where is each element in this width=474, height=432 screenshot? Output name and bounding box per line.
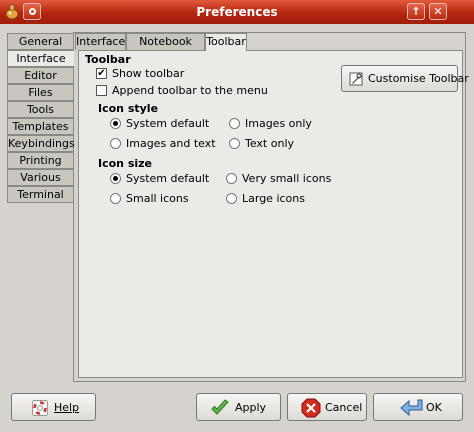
close-icon: ✕ xyxy=(433,5,443,18)
sidebar-tab-terminal[interactable]: Terminal xyxy=(7,186,73,203)
toolbar-heading: Toolbar xyxy=(85,53,131,66)
tab-interface[interactable]: Interface xyxy=(75,33,126,50)
ok-button[interactable]: OK xyxy=(373,393,463,421)
help-label: Help xyxy=(54,401,80,414)
window-title: Preferences xyxy=(196,5,278,19)
toolbar-settings-panel xyxy=(78,50,463,378)
cancel-label: Cancel xyxy=(325,401,363,414)
checkmark-icon: ✔ xyxy=(97,68,106,79)
icon-size-system-default-label[interactable]: System default xyxy=(126,172,209,185)
icon-size-large-radio[interactable] xyxy=(226,193,237,204)
icon-size-system-default-radio[interactable] xyxy=(110,173,121,184)
help-lifebuoy-icon xyxy=(32,400,48,416)
apply-label: Apply xyxy=(235,401,267,414)
icon-style-text-only-radio[interactable] xyxy=(229,138,240,149)
help-button[interactable]: Help xyxy=(11,393,96,421)
customise-toolbar-button[interactable]: Customise Toolbar xyxy=(341,65,469,92)
append-toolbar-checkbox[interactable] xyxy=(96,85,107,96)
sidebar-tab-keybindings[interactable]: Keybindings xyxy=(7,135,75,152)
sidebar-tab-printing[interactable]: Printing xyxy=(7,152,73,169)
customise-toolbar-label: Customise Toolbar xyxy=(368,72,469,85)
apply-button[interactable]: Apply xyxy=(196,393,281,421)
enter-arrow-icon xyxy=(400,399,423,417)
sidebar-tab-interface[interactable]: Interface xyxy=(7,50,74,67)
title-bar[interactable]: Preferences ↑ ✕ xyxy=(0,0,474,24)
shade-button[interactable]: ↑ xyxy=(407,3,425,20)
icon-size-small-radio[interactable] xyxy=(110,193,121,204)
icon-style-system-default-label[interactable]: System default xyxy=(126,117,209,130)
icon-style-images-and-text-radio[interactable] xyxy=(110,138,121,149)
icon-style-heading: Icon style xyxy=(98,102,159,115)
sidebar-tab-tools[interactable]: Tools xyxy=(7,101,73,118)
customise-icon xyxy=(349,72,363,86)
arrow-up-icon: ↑ xyxy=(411,5,421,18)
ok-label: OK xyxy=(426,401,442,414)
cancel-button[interactable]: Cancel xyxy=(287,393,367,421)
cancel-stop-icon xyxy=(301,398,321,418)
tab-notebook-tabs[interactable]: Notebook tabs xyxy=(126,33,205,63)
show-toolbar-checkbox[interactable]: ✔ xyxy=(96,68,107,79)
close-button[interactable]: ✕ xyxy=(429,3,447,20)
icon-size-small-label[interactable]: Small icons xyxy=(126,192,189,205)
icon-style-system-default-radio[interactable] xyxy=(110,118,121,129)
preferences-window: Preferences ↑ ✕ General Interface Editor… xyxy=(0,0,474,432)
append-toolbar-label[interactable]: Append toolbar to the menu xyxy=(112,84,268,97)
icon-size-very-small-label[interactable]: Very small icons xyxy=(242,172,331,185)
sidebar-tab-general[interactable]: General xyxy=(7,33,73,50)
icon-size-large-label[interactable]: Large icons xyxy=(242,192,305,205)
sidebar-tab-various[interactable]: Various xyxy=(7,169,73,186)
show-toolbar-label[interactable]: Show toolbar xyxy=(112,67,184,80)
icon-style-images-only-radio[interactable] xyxy=(229,118,240,129)
sidebar-tab-files[interactable]: Files xyxy=(7,84,73,101)
icon-size-very-small-radio[interactable] xyxy=(226,173,237,184)
icon-size-heading: Icon size xyxy=(98,157,153,170)
sidebar-tab-templates[interactable]: Templates xyxy=(7,118,73,135)
tab-toolbar[interactable]: Toolbar xyxy=(205,33,247,51)
sidebar-tab-editor[interactable]: Editor xyxy=(7,67,73,84)
icon-style-images-only-label[interactable]: Images only xyxy=(245,117,312,130)
icon-style-images-and-text-label[interactable]: Images and text xyxy=(126,137,216,150)
checkmark-icon xyxy=(211,399,229,415)
icon-style-text-only-label[interactable]: Text only xyxy=(245,137,294,150)
